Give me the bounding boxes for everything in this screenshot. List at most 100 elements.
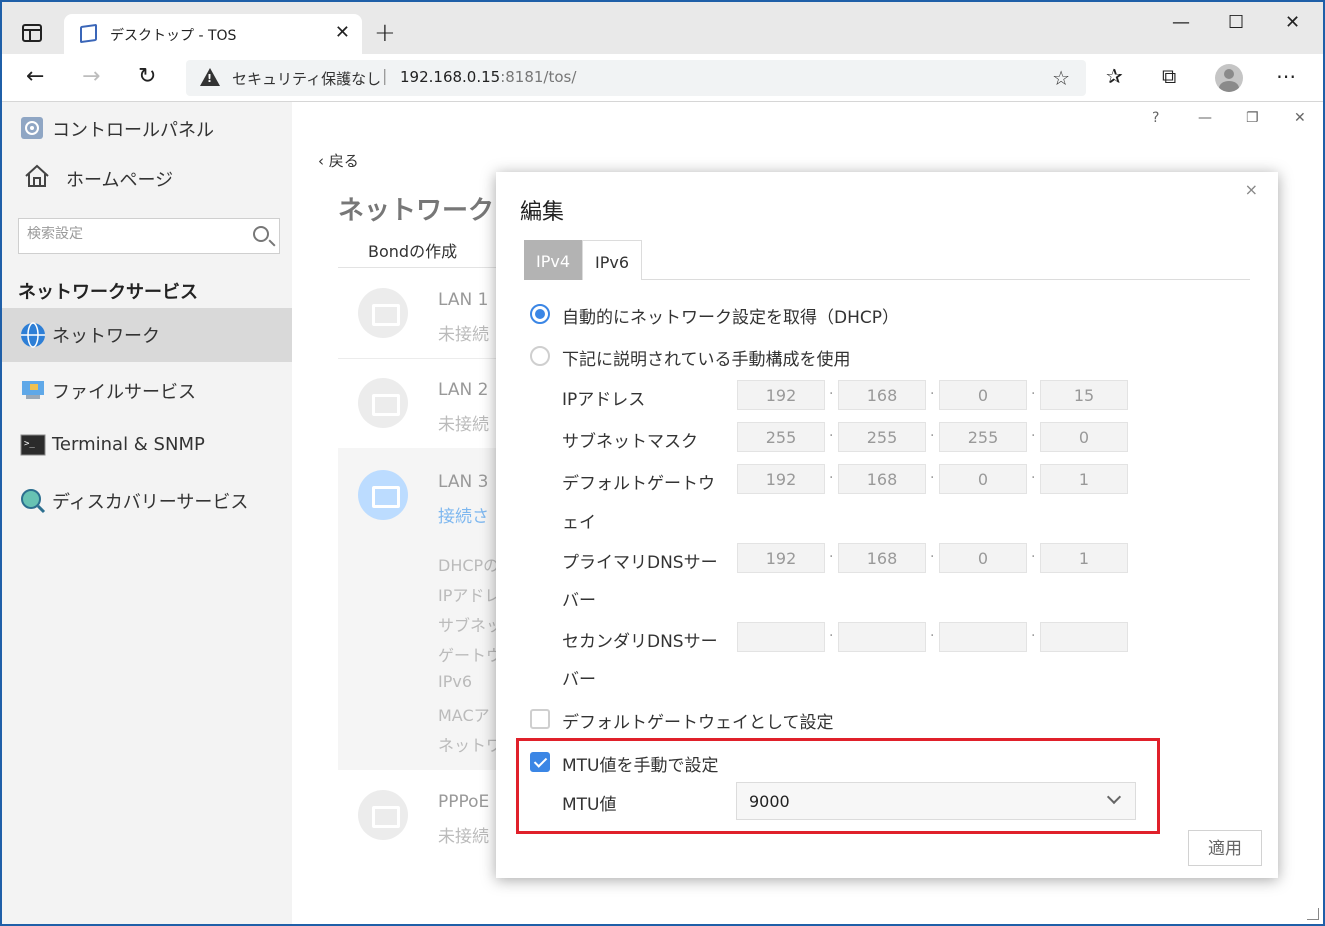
sidebar-item-control-panel[interactable]: コントロールパネル	[2, 102, 292, 156]
lan-status: 接続さ	[438, 507, 489, 527]
apply-button[interactable]: 適用	[1188, 830, 1262, 866]
help-icon[interactable]: ?	[1152, 110, 1159, 126]
secondary-dns-octet-2[interactable]	[838, 622, 926, 652]
sidebar-item-label: ネットワーク	[52, 326, 160, 347]
maximize-icon[interactable]: ☐	[1228, 12, 1244, 33]
sidebar-item-homepage[interactable]: ホームページ	[2, 152, 292, 206]
octet-dot: ·	[829, 549, 834, 565]
manual-option-label[interactable]: 下記に説明されている手動構成を使用	[562, 345, 851, 370]
profile-avatar[interactable]	[1215, 64, 1243, 92]
back-link[interactable]: ‹ 戻る	[318, 150, 359, 171]
ip-octet-3[interactable]: 0	[939, 380, 1027, 410]
ip-octet-4[interactable]: 15	[1040, 380, 1128, 410]
secondary-dns-octet-3[interactable]	[939, 622, 1027, 652]
resize-grip[interactable]	[1307, 908, 1319, 920]
sidebar-item-label: ファイルサービス	[52, 382, 196, 403]
octet-dot: ·	[930, 470, 935, 486]
ip-address-label: IPアドレス	[562, 390, 646, 410]
primary-dns-octet-4[interactable]: 1	[1040, 543, 1128, 573]
search-settings-field[interactable]	[18, 218, 280, 254]
ip-octet-1[interactable]: 192	[737, 380, 825, 410]
lan-status: 未接続	[438, 827, 489, 847]
tab-strip: デスクトップ - TOS ✕ + — ☐ ✕	[2, 2, 1323, 54]
window-close-icon[interactable]: ✕	[1285, 12, 1300, 33]
subnet-octet-1[interactable]: 255	[737, 422, 825, 452]
discovery-icon	[21, 489, 46, 514]
primary-dns-label: プライマリDNSサー	[562, 553, 718, 573]
gateway-label-cont: ェイ	[562, 513, 596, 533]
secondary-dns-octet-4[interactable]	[1040, 622, 1128, 652]
primary-dns-label-cont: バー	[562, 591, 596, 611]
subnet-mask-label: サブネットマスク	[562, 432, 698, 452]
control-panel-icon	[21, 117, 43, 139]
octet-dot: ·	[829, 428, 834, 444]
forward-arrow-icon[interactable]: →	[82, 64, 100, 89]
more-menu-icon[interactable]: ⋯	[1276, 64, 1296, 88]
panel-minimize-icon[interactable]: —	[1198, 110, 1212, 126]
minimize-icon[interactable]: —	[1172, 12, 1190, 33]
address-host: 192.168.0.15	[400, 68, 501, 86]
primary-dns-octet-1[interactable]: 192	[737, 543, 825, 573]
dhcp-option-label[interactable]: 自動的にネットワーク設定を取得（DHCP）	[562, 303, 899, 328]
address-bar[interactable]: セキュリティ保護なし | 192.168.0.15:8181/tos/ ☆	[186, 60, 1086, 96]
gateway-octet-4[interactable]: 1	[1040, 464, 1128, 494]
section-heading: ネットワークサービス	[18, 282, 198, 303]
dialog-close-icon[interactable]: ×	[1245, 180, 1258, 199]
subnet-octet-3[interactable]: 255	[939, 422, 1027, 452]
lan-detail: MACア	[438, 706, 490, 725]
chevron-left-icon: ‹	[318, 152, 329, 170]
primary-dns-octet-3[interactable]: 0	[939, 543, 1027, 573]
secondary-dns-octet-1[interactable]	[737, 622, 825, 652]
tab-close-icon[interactable]: ✕	[335, 22, 350, 43]
primary-dns-octet-2[interactable]: 168	[838, 543, 926, 573]
tab-ipv6[interactable]: IPv6	[582, 240, 642, 280]
default-gateway-checkbox-label[interactable]: デフォルトゲートウェイとして設定	[562, 708, 834, 733]
back-arrow-icon[interactable]: ←	[26, 64, 44, 89]
browser-toolbar: ← → ↻ セキュリティ保護なし | 192.168.0.15:8181/tos…	[2, 54, 1323, 102]
refresh-icon[interactable]: ↻	[138, 64, 156, 89]
page-title: ネットワーク	[338, 196, 495, 226]
ip-octet-2[interactable]: 168	[838, 380, 926, 410]
dialog-title: 編集	[520, 200, 565, 225]
dhcp-radio[interactable]	[530, 304, 550, 324]
gateway-octet-2[interactable]: 168	[838, 464, 926, 494]
favorites-icon[interactable]: ✰	[1106, 64, 1123, 88]
terminal-icon: >_	[20, 434, 46, 456]
manual-radio[interactable]	[530, 346, 550, 366]
search-icon[interactable]	[253, 226, 269, 242]
gateway-octet-3[interactable]: 0	[939, 464, 1027, 494]
search-input[interactable]	[27, 226, 247, 242]
browser-tab[interactable]: デスクトップ - TOS ✕	[64, 14, 362, 54]
warning-icon[interactable]	[200, 68, 220, 86]
secondary-dns-label: セカンダリDNSサー	[562, 632, 718, 652]
subnet-octet-2[interactable]: 255	[838, 422, 926, 452]
highlight-annotation	[516, 738, 1160, 834]
octet-dot: ·	[1031, 428, 1036, 444]
gateway-octet-1[interactable]: 192	[737, 464, 825, 494]
sidebar-item-network[interactable]: ネットワーク	[2, 308, 292, 362]
panel-restore-icon[interactable]: ❐	[1246, 110, 1259, 126]
octet-dot: ·	[829, 386, 834, 402]
sidebar-item-discovery[interactable]: ディスカバリーサービス	[2, 474, 292, 528]
tab-ipv4[interactable]: IPv4	[524, 240, 582, 280]
ethernet-icon	[358, 378, 408, 428]
collections-icon[interactable]: ⧉	[1162, 64, 1176, 88]
subnet-octet-4[interactable]: 0	[1040, 422, 1128, 452]
tab-actions-icon[interactable]	[22, 24, 42, 42]
default-gateway-checkbox[interactable]	[530, 709, 550, 729]
sidebar-item-label: Terminal & SNMP	[52, 434, 205, 455]
sidebar-item-label: ホームページ	[66, 170, 174, 191]
svg-text:>_: >_	[24, 439, 35, 449]
dialog-tabs: IPv4 IPv6	[524, 240, 1250, 280]
octet-dot: ·	[930, 549, 935, 565]
add-favorite-icon[interactable]: ☆	[1052, 66, 1070, 90]
security-warning[interactable]: セキュリティ保護なし	[232, 68, 381, 89]
new-tab-button[interactable]: +	[374, 18, 396, 48]
globe-icon	[21, 322, 45, 348]
gateway-label: デフォルトゲートウ	[562, 474, 715, 494]
sidebar-item-file-service[interactable]: ファイルサービス	[2, 364, 292, 418]
sidebar-item-terminal-snmp[interactable]: >_ Terminal & SNMP	[2, 420, 292, 474]
panel-close-icon[interactable]: ✕	[1294, 110, 1306, 126]
address-url[interactable]: 192.168.0.15:8181/tos/	[400, 68, 576, 86]
tab-create-bond[interactable]: Bondの作成	[368, 238, 457, 262]
